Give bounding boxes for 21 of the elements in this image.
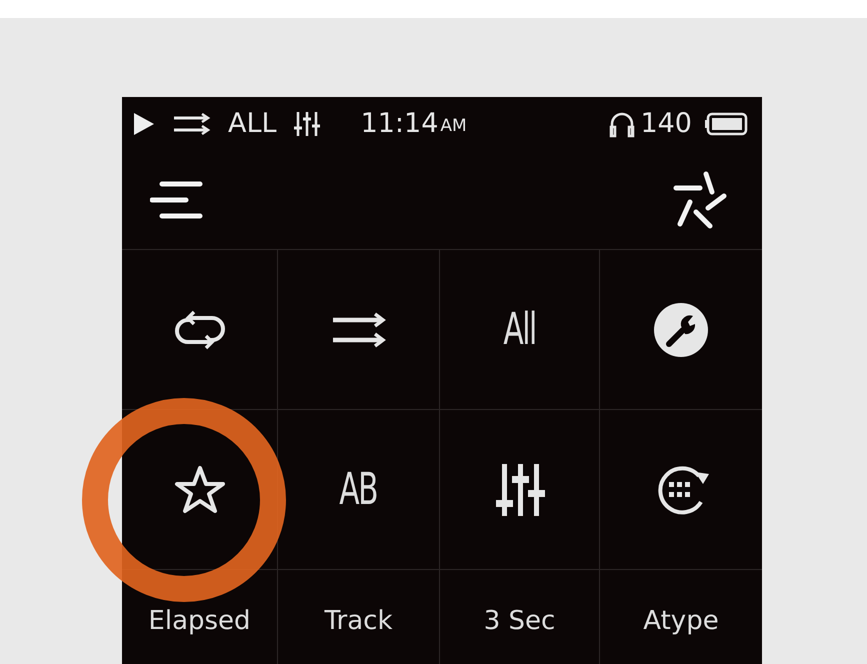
shuffle-icon [172,112,212,134]
volume-level: 140 [640,110,692,137]
tile-label[interactable]: Track [324,570,393,641]
battery-icon [704,112,748,136]
equalizer-icon [292,110,321,138]
menu-icon[interactable] [150,180,204,220]
tile-label[interactable]: Elapsed [148,570,251,641]
repeat-mode: ALL [228,110,277,137]
shuffle-icon[interactable] [330,312,386,348]
play-icon [132,110,156,136]
star-icon[interactable] [174,464,226,514]
meridiem: AM [440,114,467,138]
wrench-icon[interactable] [653,302,709,358]
clock-time: 11:14 [360,110,438,137]
mode-glyph[interactable]: AB [340,468,378,512]
equalizer-icon[interactable] [494,462,546,518]
pinwheel-icon[interactable] [672,170,728,230]
tile-label[interactable]: Atype [643,570,719,641]
repeat-icon[interactable] [174,310,226,350]
mode-glyph[interactable]: All [503,308,536,352]
tile-label[interactable]: 3 Sec [484,570,556,641]
